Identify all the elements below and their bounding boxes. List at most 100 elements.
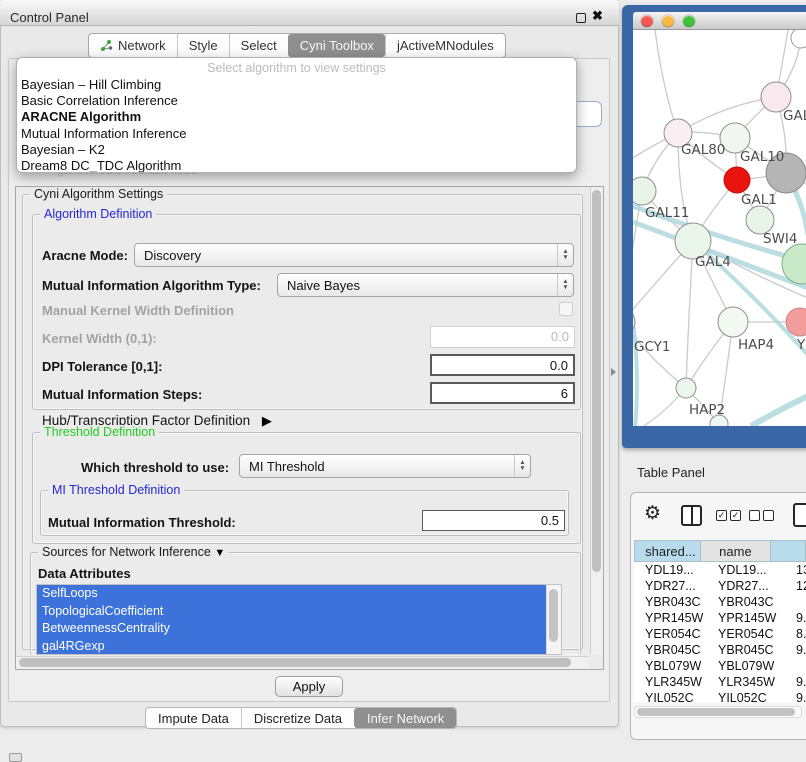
algorithm-option[interactable]: Dream8 DC_TDC Algorithm [17,158,576,173]
aracne-mode-value: Discovery [144,248,557,263]
collapse-down-arrow-icon: ▼ [214,547,225,559]
node-partial-top[interactable] [791,30,806,48]
node-label-HAP2: HAP2 [689,402,725,418]
tab-discretize-data[interactable]: Discretize Data [241,708,354,728]
node-GAL1[interactable] [724,167,750,193]
stepper-arrows-icon: ▲▼ [514,455,530,477]
table-row[interactable]: YDL19...YDL19...13 [634,562,806,578]
minimized-window-icon[interactable] [9,753,22,762]
kernel-width-label: Kernel Width (0,1): [42,331,157,346]
column-header-shared-name[interactable]: shared... [634,540,701,562]
split-pane-arrow-icon[interactable] [611,368,616,376]
manual-kernel-width-checkbox[interactable] [559,302,573,316]
group-title: Threshold Definition [40,425,159,439]
data-attributes-list: SelfLoopsTopologicalCoefficientBetweenne… [36,584,562,655]
select-all-columns-icon[interactable]: ✓ ✓ [716,510,741,521]
table-cell: 9. [791,610,806,626]
mi-algorithm-type-label: Mutual Information Algorithm Type: [42,278,261,293]
table-cell: 9. [791,674,806,690]
minimize-traffic-light-icon[interactable] [662,15,674,27]
stepper-arrows-icon: ▲▼ [557,274,573,296]
table-cell [791,658,806,674]
settings-vertical-scrollbar-thumb[interactable] [592,190,601,572]
show-columns-icon[interactable] [681,505,702,526]
apply-button[interactable]: Apply [275,676,343,697]
settings-horizontal-scrollbar-thumb[interactable] [19,658,571,667]
table-horizontal-scrollbar-thumb[interactable] [637,708,795,716]
control-panel-titlebar[interactable] [0,0,619,26]
control-panel-tab-bar: Network Style Select Cyni Toolbox jActiv… [88,33,506,58]
mi-algorithm-type-value: Naive Bayes [287,278,557,293]
column-header-name[interactable]: name [701,540,771,562]
tab-impute-data[interactable]: Impute Data [146,708,241,728]
tab-label: Impute Data [158,711,229,726]
table-row[interactable]: YPR145WYPR145W9. [634,610,806,626]
table-cell: YIL052C [710,690,791,702]
algorithm-option[interactable]: Bayesian – K2 [17,142,576,158]
attribute-item-selected[interactable]: SelfLoops [37,585,546,603]
tab-select[interactable]: Select [229,34,288,57]
desktop: Control Panel ✖ Network Style Select Cyn… [0,0,806,762]
algorithm-dropdown-popup: Select algorithm to view settings Bayesi… [16,57,577,173]
zoom-traffic-light-icon[interactable] [683,15,695,27]
node-SWI4[interactable] [746,206,774,234]
algorithm-option[interactable]: Mutual Information Inference [17,126,576,142]
node-label-GAL10: GAL10 [740,149,784,165]
table-settings-gear-icon[interactable]: ⚙ [644,502,661,525]
algorithm-option[interactable]: ARACNE Algorithm [17,109,576,125]
table-row[interactable]: YIL052CYIL052C9. [634,690,806,702]
mi-algorithm-type-select[interactable]: Naive Bayes ▲▼ [277,273,574,297]
close-traffic-light-icon[interactable] [641,15,653,27]
attribute-item-selected[interactable]: BetweennessCentrality [37,620,546,638]
table-cell: YIL052C [634,690,710,702]
table-cell: YDL19... [710,562,791,578]
table-cell [791,594,806,610]
table-cell: YBR045C [710,642,791,658]
table-header-row: shared... name [634,540,806,562]
tab-infer-network[interactable]: Infer Network [354,708,456,728]
kernel-width-field[interactable]: 0.0 [430,326,575,348]
table-row[interactable]: YBR043CYBR043C [634,594,806,610]
table-row[interactable]: YLR345WYLR345W9. [634,674,806,690]
float-window-icon[interactable] [576,13,586,23]
table-row[interactable]: YDR27...YDR27...12 [634,578,806,594]
dpi-tolerance-label: DPI Tolerance [0,1]: [42,359,162,374]
unchecked-checkbox-icon [749,510,760,521]
tab-label: Discretize Data [254,711,342,726]
algorithm-placeholder-option[interactable]: Select algorithm to view settings [17,58,576,77]
tab-cyni-toolbox[interactable]: Cyni Toolbox [288,34,385,57]
table-row[interactable]: YBL079WYBL079W [634,658,806,674]
sources-collapser[interactable]: Sources for Network Inference ▼ [38,545,229,559]
aracne-mode-select[interactable]: Discovery ▲▼ [134,243,574,267]
node-label-SWI4: SWI4 [763,231,798,247]
deselect-all-columns-icon[interactable] [749,510,774,521]
new-column-icon[interactable] [793,503,806,527]
which-threshold-label: Which threshold to use: [81,460,229,475]
node-GAL11[interactable] [633,177,656,205]
table-row[interactable]: YER054CYER054C8. [634,626,806,642]
tab-style[interactable]: Style [177,34,229,57]
node-label-HAP4: HAP4 [738,337,774,353]
stepper-arrows-icon: ▲▼ [557,244,573,266]
table-cell: 13 [791,562,806,578]
dpi-tolerance-field[interactable]: 0.0 [430,354,575,376]
attribute-item-selected[interactable]: TopologicalCoefficient [37,603,546,621]
mi-threshold-field[interactable]: 0.5 [422,510,565,531]
node-HAP2[interactable] [676,378,696,398]
network-canvas[interactable]: GALGAL80GAL10GAL1GAL11SWI4GAL4GCY1HAP4YH… [633,30,806,426]
node-label-Y: Y [796,337,806,353]
close-icon[interactable]: ✖ [592,8,603,24]
tab-network[interactable]: Network [89,34,177,57]
attributes-scrollbar-thumb[interactable] [549,589,558,642]
algorithm-option[interactable]: Basic Correlation Inference [17,93,576,109]
column-header-partial[interactable] [771,540,806,562]
algorithm-option[interactable]: Bayesian – Hill Climbing [17,77,576,93]
tab-jactivemnodules[interactable]: jActiveMNodules [385,34,505,57]
network-edge [686,241,693,388]
attribute-item-selected[interactable]: gal4RGexp [37,638,546,655]
node-HAP4[interactable] [718,307,748,337]
mi-steps-field[interactable]: 6 [430,382,575,404]
network-window-titlebar[interactable] [633,12,806,30]
which-threshold-select[interactable]: MI Threshold ▲▼ [239,454,531,478]
table-row[interactable]: YBR045CYBR045C9. [634,642,806,658]
